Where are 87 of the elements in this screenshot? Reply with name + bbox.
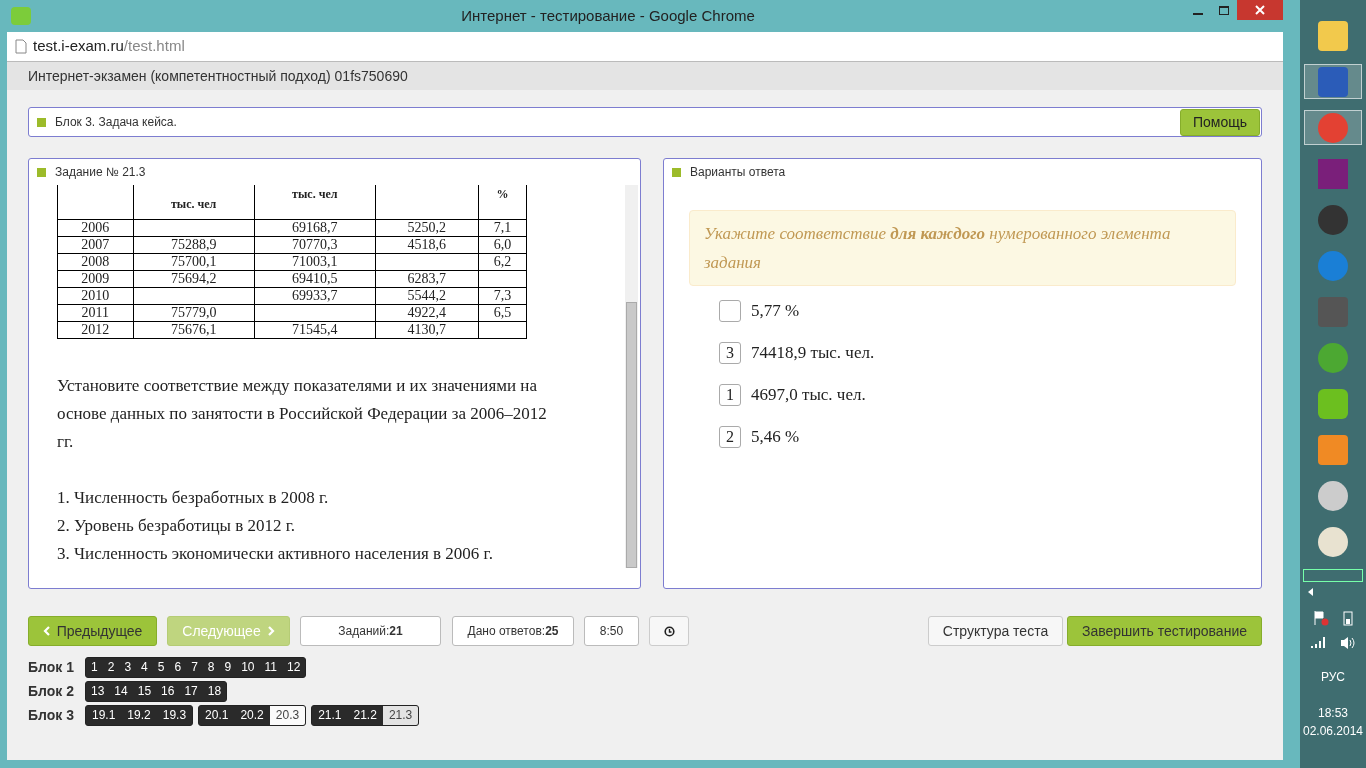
expand-arrow-icon[interactable] (1308, 588, 1313, 596)
flag-icon[interactable] (1313, 610, 1329, 626)
address-field[interactable]: test.i-exam.ru/test.html (33, 35, 185, 58)
language-indicator[interactable]: РУС (1321, 668, 1345, 686)
answer-slot[interactable]: 3 (718, 342, 741, 364)
close-icon (1255, 5, 1265, 15)
table-cell: 71003,1 (254, 253, 376, 270)
table-cell (478, 270, 527, 287)
scrollbar-thumb[interactable] (625, 302, 637, 568)
table-cell: 2006 (57, 219, 134, 236)
answer-option: 74418,9 тыс. чел. (750, 340, 875, 366)
answer-option: 4697,0 тыс. чел. (750, 382, 866, 408)
answer-slot[interactable] (718, 300, 741, 322)
page-icon (15, 39, 27, 54)
answers-count: Дано ответов:25 (452, 616, 574, 646)
scrollbar[interactable] (624, 185, 638, 568)
chevron-left-icon (42, 626, 51, 636)
answer-slot[interactable]: 1 (718, 384, 741, 406)
table-cell: 6,0 (478, 236, 527, 253)
battery-icon[interactable] (1343, 610, 1353, 626)
table-cell: 7,3 (478, 287, 527, 304)
clock-date[interactable]: 02.06.2014 (1302, 722, 1364, 740)
table-cell: 2007 (57, 236, 134, 253)
previous-button[interactable]: Предыдущее (28, 616, 157, 646)
timer: 8:50 (584, 616, 639, 646)
window-title: Интернет - тестирование - Google Chrome (460, 5, 756, 26)
block-label: Блок 3 (28, 705, 75, 725)
hint-text: Укажите соответствие для каждого нумерованного элемента задания (703, 223, 1172, 274)
table-cell: 4922,4 (375, 304, 479, 321)
app-icon (11, 7, 31, 25)
table-cell: 75779,0 (133, 304, 255, 321)
block-label: Блок 2 (28, 681, 75, 701)
table-cell: 2012 (57, 321, 134, 338)
task-item: 1. Численность безработных в 2008 г. (57, 486, 330, 509)
taskbar-scroller[interactable] (1303, 569, 1363, 582)
question-link[interactable]: 20.3 (269, 705, 306, 725)
task-item: 2. Уровень безработицы в 2012 г. (57, 514, 297, 537)
chevron-right-icon (266, 626, 275, 636)
speaker-icon[interactable] (1340, 636, 1356, 650)
answer-slot[interactable]: 2 (718, 426, 741, 448)
help-button[interactable]: Помощь (1179, 108, 1260, 136)
table-cell: 6,5 (478, 304, 527, 321)
answer-title: Варианты ответа (689, 164, 786, 181)
table-cell: 71545,4 (254, 321, 376, 338)
table-cell: 2011 (57, 304, 134, 321)
table-cell: 6,2 (478, 253, 527, 270)
signal-icon[interactable] (1310, 636, 1326, 648)
table-cell: 69933,7 (254, 287, 376, 304)
clock-button[interactable] (649, 616, 689, 646)
table-cell: 6283,7 (375, 270, 479, 287)
table-cell: 2009 (57, 270, 134, 287)
task-title: Задание № 21.3 (55, 164, 146, 181)
table-cell: 69168,7 (254, 219, 376, 236)
block-label: Блок 1 (28, 657, 75, 677)
clock-icon (663, 625, 675, 637)
answer-option: 5,77 % (750, 298, 800, 324)
exam-title: Интернет-экзамен (компетентностный подход) 01fs750690 (28, 66, 408, 86)
table-cell: 4130,7 (375, 321, 479, 338)
table-cell: 5544,2 (375, 287, 479, 304)
table-cell: 2008 (57, 253, 134, 270)
table-header-cell: тыс. чел (254, 185, 376, 219)
finish-button[interactable]: Завершить тестирование (1067, 616, 1262, 646)
clock-time[interactable]: 18:53 (1318, 704, 1348, 722)
square-icon (37, 117, 46, 127)
structure-button[interactable]: Структура теста (928, 616, 1063, 646)
table-cell: 69410,5 (254, 270, 376, 287)
question-text: Установите соответствие между показателями и их значениями на основе данных по занятости в Российской Федерации за 2006–2012 гг. (57, 374, 548, 453)
task-item: 3. Численность экономически активного населения в 2006 г. (57, 542, 494, 565)
table-cell: 4518,6 (375, 236, 479, 253)
tasks-count: Заданий:21 (300, 616, 441, 646)
block-title: Блок 3. Задача кейса. (55, 114, 178, 131)
table-cell: 75700,1 (133, 253, 255, 270)
table-cell: 7,1 (478, 219, 527, 236)
table-header-cell: тыс. чел (133, 185, 255, 219)
table-cell: 2010 (57, 287, 134, 304)
table-cell: 5250,2 (375, 219, 479, 236)
close-button[interactable] (1237, 0, 1283, 20)
answer-option: 5,46 % (750, 424, 800, 450)
table-cell (478, 321, 527, 338)
table-cell: 75288,9 (133, 236, 255, 253)
table-cell: 75694,2 (133, 270, 255, 287)
square-icon (37, 167, 46, 177)
table-cell: 70770,3 (254, 236, 376, 253)
table-cell: 75676,1 (133, 321, 255, 338)
square-icon (671, 167, 681, 177)
question-link[interactable]: 21.3 (382, 705, 419, 725)
table-header-cell: % (478, 185, 527, 219)
